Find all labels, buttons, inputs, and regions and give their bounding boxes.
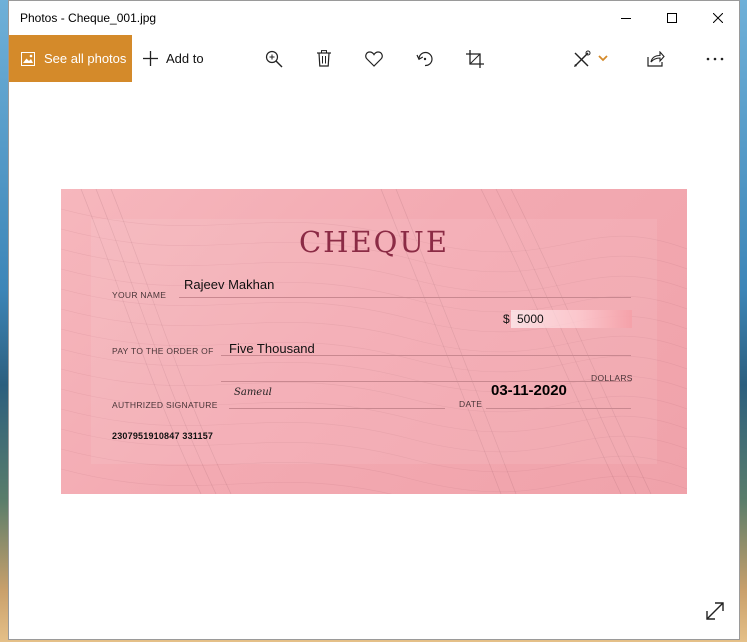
currency-symbol: $ (503, 312, 510, 326)
crop-icon (466, 49, 484, 68)
window-title: Photos - Cheque_001.jpg (20, 11, 157, 25)
your-name-line (179, 297, 631, 298)
date-value: 03-11-2020 (491, 382, 567, 399)
micr-line: 2307951910847 331157 (112, 431, 214, 441)
add-to-button[interactable]: Add to (143, 35, 204, 82)
close-button[interactable] (695, 1, 741, 35)
signature-value: Sameul (234, 387, 272, 398)
title-bar: Photos - Cheque_001.jpg (9, 1, 739, 35)
signature-label: AUTHRIZED SIGNATURE (112, 400, 218, 410)
add-to-label: Add to (166, 51, 204, 66)
see-all-photos-button[interactable]: See all photos (9, 35, 132, 82)
cheque-title: CHEQUE (298, 225, 450, 259)
amount-value: 5000 (517, 312, 544, 326)
favorite-icon (365, 50, 383, 67)
chevron-down-icon (598, 55, 608, 62)
photos-window: Photos - Cheque_001.jpg See all photos A… (8, 0, 740, 640)
delete-button[interactable] (304, 35, 344, 82)
pay-to-line (221, 355, 631, 356)
more-button[interactable] (695, 35, 735, 82)
toolbar: See all photos Add to (9, 35, 739, 82)
date-label: DATE (459, 399, 483, 409)
pay-to-value: Five Thousand (229, 341, 315, 356)
zoom-button[interactable] (254, 35, 294, 82)
favorite-button[interactable] (354, 35, 394, 82)
plus-icon (143, 51, 158, 66)
crop-button[interactable] (455, 35, 495, 82)
date-line (486, 408, 631, 409)
see-all-photos-label: See all photos (44, 51, 127, 66)
pay-to-label: PAY TO THE ORDER OF (112, 346, 214, 356)
minimize-button[interactable] (603, 1, 649, 35)
share-button[interactable] (636, 35, 676, 82)
rotate-icon (416, 51, 433, 66)
close-icon (713, 13, 723, 23)
full-screen-button[interactable] (703, 599, 727, 623)
delete-icon (317, 50, 331, 67)
expand-icon (706, 602, 724, 620)
cheque-image: CHEQUE YOUR NAME Rajeev Makhan $ 5000 PA… (61, 189, 687, 494)
photo-gallery-icon (21, 51, 35, 66)
rotate-button[interactable] (405, 35, 445, 82)
your-name-label: YOUR NAME (112, 290, 167, 300)
edit-dropdown-button[interactable] (585, 35, 621, 82)
more-icon (706, 57, 724, 60)
minimize-icon (621, 18, 631, 19)
maximize-icon (667, 13, 677, 23)
your-name-value: Rajeev Makhan (184, 277, 275, 292)
signature-line (229, 408, 445, 409)
dollars-line (221, 381, 631, 382)
zoom-in-icon (265, 50, 283, 67)
share-icon (647, 50, 665, 67)
maximize-button[interactable] (649, 1, 695, 35)
